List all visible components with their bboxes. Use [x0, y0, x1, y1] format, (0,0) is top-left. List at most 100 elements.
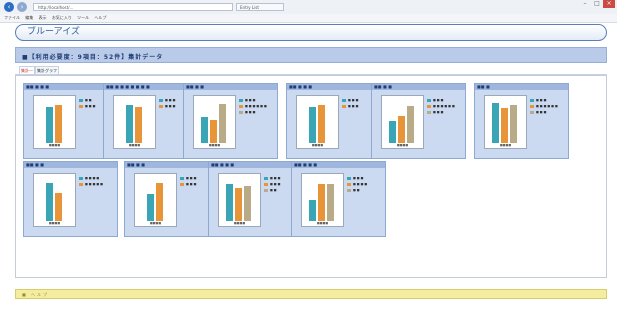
chart-bar [156, 183, 163, 221]
mini-bar-chart: ■■■■ [381, 95, 424, 149]
chart-card-title: ■■ ■ ■ [127, 162, 145, 167]
chart-card-title: ■■ ■ ■ ■ [211, 162, 235, 167]
chart-bar [501, 108, 508, 143]
chart-bar [309, 200, 316, 221]
menu-bar: ファイル 編集 表示 お気に入り ツール ヘルプ [0, 14, 617, 23]
legend-item: ■ ■ ■ ■ ■ ■ [530, 104, 566, 109]
legend-swatch [264, 183, 268, 186]
x-axis-label: ■■■■ [311, 143, 324, 147]
chart-bar [210, 120, 217, 143]
footer-label: ■ ヘルプ [22, 292, 50, 297]
chart-bar [309, 107, 316, 143]
chart-card-title: ■■ ■ ■ ■ [294, 162, 318, 167]
legend-swatch [347, 183, 351, 186]
mini-bar-chart: ■■■■ [134, 173, 177, 227]
menu-tools[interactable]: ツール [77, 14, 89, 22]
browser-tab[interactable]: Entry List [236, 3, 284, 11]
x-axis-label: ■■■■ [208, 143, 221, 147]
legend-label: ■ ■ [85, 98, 92, 102]
forward-icon[interactable]: › [17, 2, 27, 12]
legend-swatch [264, 189, 268, 192]
legend-item: ■ ■ [347, 188, 383, 193]
chart-card: ■■ ■ ■ ■■■■ ■ ■ ■ ■ ■ ■ ■ ■ ■ [23, 161, 118, 237]
legend-label: ■ ■ ■ ■ [85, 176, 100, 180]
chart-card-title: ■■ ■ ■ ■ [289, 84, 313, 89]
legend-swatch [530, 111, 534, 114]
x-axis-label: ■■■■ [233, 221, 246, 225]
legend-item: ■ ■ ■ ■ ■ [79, 182, 115, 187]
legend-label: ■ ■ ■ [348, 104, 359, 108]
chart-legend: ■ ■ ■ ■ ■ ■ ■ ■ ■ ■ ■ ■ [530, 98, 566, 116]
chart-bar [201, 117, 208, 143]
chart-bar [147, 194, 154, 221]
legend-label: ■ ■ [353, 188, 360, 192]
x-axis-label: ■■■■ [396, 143, 409, 147]
chart-bar [46, 183, 53, 221]
chart-bar [46, 107, 53, 143]
legend-item: ■ ■ ■ ■ [79, 176, 115, 181]
chart-card: ■■ ■ ■ ■ ■■■■ ■ ■ ■ ■ ■ ■ ■ ■ ■ [291, 161, 386, 237]
chart-bar [407, 106, 414, 143]
legend-label: ■ ■ ■ [536, 110, 547, 114]
mini-bar-chart: ■■■■ [218, 173, 261, 227]
legend-label: ■ ■ [270, 188, 277, 192]
chart-card-title: ■■ ■ ■ [186, 84, 204, 89]
chart-card-header: ■■ ■ ■ ■ [287, 84, 380, 90]
chart-bar [126, 105, 133, 143]
chart-card-header: ■■ ■ ■ ■ [292, 162, 385, 168]
legend-label: ■ ■ ■ ■ ■ [85, 182, 103, 186]
legend-label: ■ ■ ■ [165, 98, 176, 102]
legend-swatch [427, 111, 431, 114]
menu-view[interactable]: 表示 [39, 14, 47, 22]
legend-swatch [427, 99, 431, 102]
address-bar[interactable]: http://localhost/... [33, 3, 233, 11]
chart-card-title: ■■ ■ ■ ■ [26, 84, 50, 89]
chart-bar [327, 184, 334, 221]
browser-titlebar: ‹ › http://localhost/... Entry List – □ … [0, 0, 617, 14]
chart-legend: ■ ■ ■ ■ ■ ■ ■ ■ ■ [347, 176, 383, 194]
legend-item: ■ ■ ■ ■ ■ ■ [427, 104, 463, 109]
chart-card: ■■ ■ ■ ■ ■■■■ ■ ■ ■ ■ ■ ■ [286, 83, 381, 159]
legend-swatch [239, 105, 243, 108]
legend-item: ■ ■ ■ [239, 98, 275, 103]
chart-bar [318, 105, 325, 143]
legend-item: ■ ■ ■ [347, 176, 383, 181]
chart-card-header: ■■ ■ ■ [184, 84, 277, 90]
legend-swatch [79, 105, 83, 108]
legend-label: ■ ■ ■ [270, 176, 281, 180]
chart-bar [389, 121, 396, 143]
tab-summary[interactable]: 集計一覧 [19, 66, 35, 80]
section-title: ■【利用必要度：9項目：52件】集計データ [22, 54, 164, 61]
legend-item: ■ ■ ■ [427, 110, 463, 115]
mini-bar-chart: ■■■■ [33, 95, 76, 149]
menu-edit[interactable]: 編集 [25, 14, 33, 22]
legend-label: ■ ■ ■ [165, 104, 176, 108]
legend-label: ■ ■ ■ [433, 110, 444, 114]
section-header: ■【利用必要度：9項目：52件】集計データ [15, 47, 607, 63]
chart-card-title: ■■ ■ ■ [374, 84, 392, 89]
legend-item: ■ ■ ■ [530, 98, 566, 103]
legend-swatch [347, 177, 351, 180]
chart-card: ■■ ■ ■ ■■■■ ■ ■ ■ ■ ■ ■ [124, 161, 219, 237]
chart-bar [398, 116, 405, 143]
close-icon[interactable]: × [603, 0, 615, 8]
back-icon[interactable]: ‹ [4, 2, 14, 12]
x-axis-label: ■■■■ [499, 143, 512, 147]
x-axis-label: ■■■■ [149, 221, 162, 225]
legend-swatch [264, 177, 268, 180]
menu-favorites[interactable]: お気に入り [52, 14, 72, 22]
tab-graph[interactable]: 集計グラフ [35, 66, 59, 74]
chart-bar [492, 103, 499, 143]
minimize-icon[interactable]: – [579, 0, 591, 8]
mini-bar-chart: ■■■■ [193, 95, 236, 149]
x-axis-label: ■■■■ [316, 221, 329, 225]
chart-bar [235, 188, 242, 221]
maximize-icon[interactable]: □ [591, 0, 603, 8]
legend-swatch [159, 105, 163, 108]
menu-file[interactable]: ファイル [4, 14, 20, 22]
legend-label: ■ ■ ■ [245, 98, 256, 102]
menu-help[interactable]: ヘルプ [94, 14, 106, 22]
chart-bar [219, 104, 226, 143]
legend-swatch [530, 99, 534, 102]
legend-swatch [180, 183, 184, 186]
